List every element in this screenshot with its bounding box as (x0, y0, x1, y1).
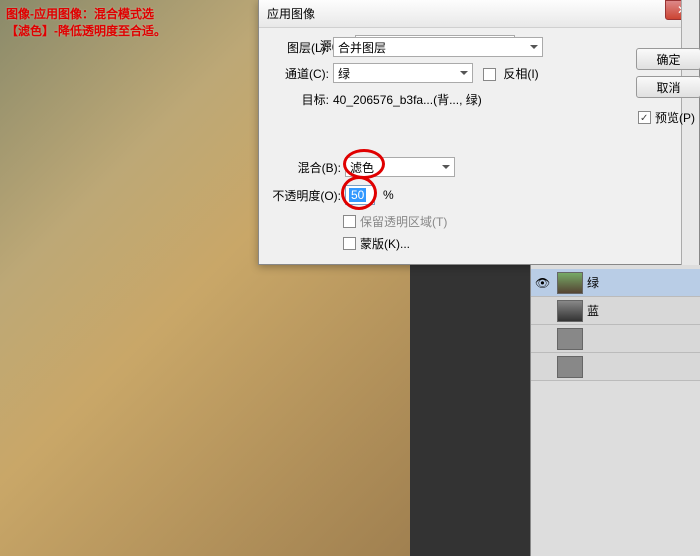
opacity-unit: % (383, 188, 394, 202)
annotation-line1: 图像-应用图像：混合模式选 (6, 6, 166, 23)
channel-combo[interactable]: 绿 (333, 63, 473, 83)
layer-combo[interactable]: 合并图层 (333, 37, 543, 57)
layer-label: 图层(L): (267, 39, 329, 56)
target-row: 目标: 40_206576_b3fa...(背..., 绿) (267, 88, 482, 110)
annotation-circle-opacity (341, 176, 377, 210)
target-value: 40_206576_b3fa...(背..., 绿) (333, 91, 482, 108)
channel-value: 绿 (338, 65, 350, 82)
dialog-body: 源(S): 40_206576_b3fac59d7... 图层(L): 合并图层… (259, 28, 699, 140)
invert-checkbox-wrap[interactable]: 反相(I) (483, 65, 539, 82)
layer-row-item[interactable]: 👁 绿 (531, 269, 700, 297)
layers-panel: 👁 绿 蓝 (530, 265, 700, 556)
ok-button[interactable]: 确定 (636, 48, 700, 70)
layer-name: 绿 (587, 274, 599, 291)
dialog-title: 应用图像 (267, 5, 315, 22)
channel-row: 通道(C): 绿 反相(I) (267, 62, 539, 84)
mask-label: 蒙版(K)... (360, 235, 410, 252)
invert-label: 反相(I) (503, 67, 538, 81)
annotation-line2: 【滤色】-降低透明度至合适。 (6, 23, 166, 40)
source-group: 图层(L): 合并图层 通道(C): 绿 反相(I) 目标: 40_206576… (269, 38, 569, 130)
layer-name: 蓝 (587, 302, 599, 319)
annotation-circle-blend (343, 149, 385, 179)
cancel-button[interactable]: 取消 (636, 76, 700, 98)
apply-image-dialog: 应用图像 ✕ 源(S): 40_206576_b3fac59d7... 图层(L… (258, 0, 700, 265)
layer-row: 图层(L): 合并图层 (267, 36, 543, 58)
preserve-row[interactable]: 保留透明区域(T) (343, 210, 447, 232)
channel-label: 通道(C): (267, 65, 329, 82)
layer-row-item[interactable] (531, 325, 700, 353)
layers-list: 👁 绿 蓝 (531, 265, 700, 381)
mask-row[interactable]: 蒙版(K)... (343, 232, 410, 254)
preview-checkbox[interactable] (638, 111, 651, 124)
opacity-label: 不透明度(O): (259, 187, 341, 204)
blend-label: 混合(B): (279, 159, 341, 176)
layer-thumb (557, 272, 583, 294)
layer-thumb (557, 356, 583, 378)
eye-icon[interactable] (535, 304, 549, 318)
invert-checkbox[interactable] (483, 68, 496, 81)
dialog-titlebar[interactable]: 应用图像 (259, 0, 699, 28)
mask-checkbox[interactable] (343, 237, 356, 250)
layer-value: 合并图层 (338, 39, 386, 56)
preview-label: 预览(P) (655, 109, 695, 126)
target-label: 目标: (267, 91, 329, 108)
layer-row-item[interactable] (531, 353, 700, 381)
layer-thumb (557, 328, 583, 350)
layer-thumb (557, 300, 583, 322)
eye-icon[interactable]: 👁 (535, 276, 549, 290)
eye-icon[interactable] (535, 360, 549, 374)
eye-icon[interactable] (535, 332, 549, 346)
layer-row-item[interactable]: 蓝 (531, 297, 700, 325)
annotation-text: 图像-应用图像：混合模式选 【滤色】-降低透明度至合适。 (6, 6, 166, 40)
preserve-label: 保留透明区域(T) (360, 213, 447, 230)
preview-wrap[interactable]: 预览(P) (638, 106, 695, 128)
preserve-checkbox[interactable] (343, 215, 356, 228)
